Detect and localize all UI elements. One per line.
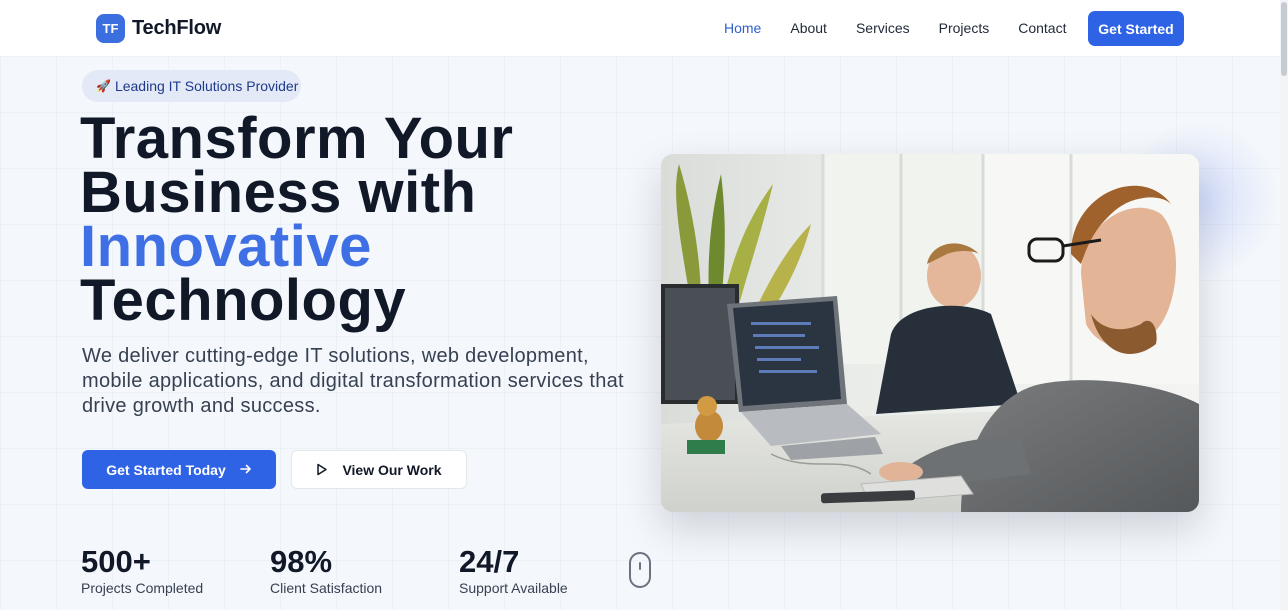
hero-office-image [661,154,1199,512]
stat-value: 98% [270,544,333,579]
nav-get-started-button[interactable]: Get Started [1088,11,1184,46]
navbar: TF TechFlow Home About Services Projects… [0,0,1280,57]
scrollbar-thumb[interactable] [1281,2,1287,76]
nav-link-about[interactable]: About [790,20,827,36]
get-started-today-button[interactable]: Get Started Today [82,450,276,489]
scrollbar[interactable] [1280,0,1288,610]
logo-text: TechFlow [132,17,222,39]
hero-title-line-2: Business with [80,160,477,225]
hero-badge: 🚀 Leading IT Solutions Provider [82,70,301,102]
stat-label: Client Satisfaction [270,580,383,596]
view-our-work-button[interactable]: View Our Work [291,450,467,489]
stat-projects: 500+ Projects Completed [81,544,204,597]
stat-value: 24/7 [459,544,520,579]
arrow-right-icon [239,462,252,478]
view-our-work-label: View Our Work [342,461,442,478]
nav-link-projects[interactable]: Projects [939,20,990,36]
hero-badge-text: Leading IT Solutions Provider [114,78,299,94]
hero-title-line-4: Technology [80,268,407,333]
play-icon [316,463,328,476]
nav-link-home[interactable]: Home [724,20,761,36]
stat-support: 24/7 Support Available [459,544,568,597]
nav-link-services[interactable]: Services [856,20,910,36]
stat-satisfaction: 98% Client Satisfaction [270,544,383,597]
nav-links: Home About Services Projects Contact [724,20,1066,36]
stat-label: Support Available [459,580,568,596]
nav-link-contact[interactable]: Contact [1018,20,1066,36]
scroll-down-indicator[interactable] [629,552,651,588]
hero-title-line-1: Transform Your [80,106,514,171]
rocket-icon: 🚀 [96,79,111,93]
stat-value: 500+ [81,544,151,579]
logo[interactable]: TF TechFlow [96,14,221,43]
hero-title-accent: Innovative [80,214,372,279]
get-started-today-label: Get Started Today [106,461,226,478]
stat-label: Projects Completed [81,580,204,596]
hero-title: Transform Your Business with Innovative … [80,106,640,333]
mouse-wheel-icon [639,562,641,570]
hero-subtitle: We deliver cutting-edge IT solutions, we… [82,345,624,417]
logo-badge: TF [96,14,125,43]
